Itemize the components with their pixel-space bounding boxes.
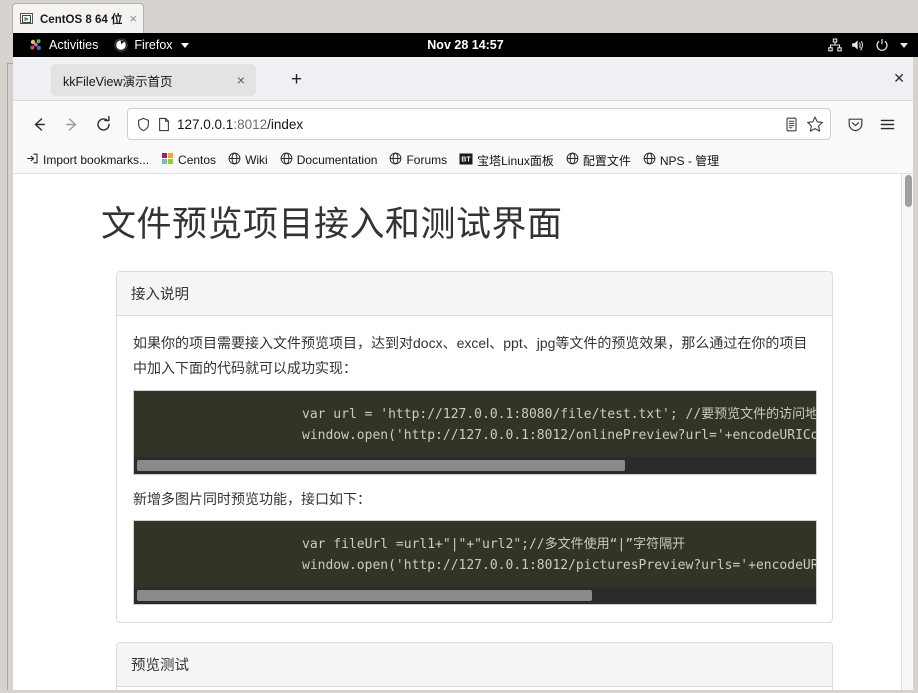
vm-tabstrip: CentOS 8 64 位 × <box>0 0 918 33</box>
window-close-button[interactable]: ✕ <box>893 70 905 87</box>
vm-tab-label: CentOS 8 64 位 <box>40 13 123 26</box>
panel-body: Browse… No file selected. 上 传 <box>117 687 832 690</box>
bookmark-label: Documentation <box>296 153 378 167</box>
svg-text:x: x <box>860 47 863 52</box>
page-scrollbar-thumb[interactable] <box>905 175 912 207</box>
code-hscrollbar[interactable] <box>134 587 816 604</box>
bookmark-import[interactable]: Import bookmarks... <box>21 150 154 170</box>
back-button[interactable] <box>23 108 55 140</box>
bookmark-label: 宝塔Linux面板 <box>477 153 554 168</box>
vm-tab-centos[interactable]: CentOS 8 64 位 × <box>12 3 144 33</box>
chevron-down-icon[interactable] <box>898 39 910 51</box>
forward-button[interactable] <box>55 108 87 140</box>
bookmark-bt-panel[interactable]: BT 宝塔Linux面板 <box>454 150 559 171</box>
reader-view-icon[interactable] <box>783 116 800 133</box>
bookmark-label: 配置文件 <box>582 153 631 168</box>
activities-label: Activities <box>49 38 99 52</box>
gnome-logo-icon <box>29 38 43 52</box>
vm-left-edge <box>0 33 13 693</box>
shield-icon[interactable] <box>136 117 151 132</box>
app-menu-button[interactable] <box>871 108 903 140</box>
import-icon <box>26 152 39 168</box>
globe-icon <box>228 152 241 168</box>
pocket-icon <box>848 118 862 131</box>
code-line-1: var url = 'http://127.0.0.1:8080/file/te… <box>302 407 817 422</box>
page-scrollbar[interactable] <box>901 174 913 690</box>
vm-tab-close-icon[interactable]: × <box>129 12 137 25</box>
reload-icon <box>96 115 110 131</box>
globe-icon <box>643 152 656 168</box>
page-icon[interactable] <box>157 117 171 132</box>
firefox-app-menu-label: Firefox <box>134 38 173 52</box>
arrow-right-icon <box>65 117 76 131</box>
code-line-2: window.open('http://127.0.0.1:8012/onlin… <box>302 428 816 443</box>
star-icon[interactable] <box>806 115 824 133</box>
bookmark-label: Import bookmarks... <box>43 153 150 167</box>
pocket-button[interactable] <box>839 108 871 140</box>
code-hscrollbar-thumb[interactable] <box>137 590 592 601</box>
page-content: 文件预览项目接入和测试界面 接入说明 如果你的项目需要接入文件预览项目，达到对d… <box>13 174 901 690</box>
panel-title: 接入说明 <box>131 287 189 303</box>
browser-tab-active[interactable]: kkFileView演示首页 × <box>51 64 256 96</box>
bookmark-config-file[interactable]: 配置文件 <box>561 150 636 171</box>
url-host: 127.0.0.1 <box>177 116 234 132</box>
volume-muted-icon[interactable]: x <box>851 38 866 52</box>
globe-icon <box>280 152 293 168</box>
globe-icon <box>389 152 402 168</box>
globe-icon <box>566 152 579 168</box>
address-bar-text[interactable]: 127.0.0.1:8012/index <box>177 117 777 132</box>
hamburger-menu-icon <box>880 119 894 129</box>
bookmark-label: Wiki <box>245 153 268 167</box>
integration-paragraph-2: 新增多图片同时预览功能，接口如下： <box>133 491 371 507</box>
page-viewport: 文件预览项目接入和测试界面 接入说明 如果你的项目需要接入文件预览项目，达到对d… <box>13 174 913 690</box>
url-path: /index <box>267 116 304 132</box>
activities-button[interactable]: Activities <box>21 36 106 54</box>
panel-integration-guide: 接入说明 如果你的项目需要接入文件预览项目，达到对docx、excel、ppt、… <box>116 271 833 623</box>
centos-icon <box>161 152 174 168</box>
browser-nav-bar: 127.0.0.1:8012/index <box>13 101 913 147</box>
panel-heading: 接入说明 <box>117 272 832 316</box>
vm-right-edge <box>913 33 918 693</box>
bookmark-centos[interactable]: Centos <box>156 150 221 170</box>
firefox-window: kkFileView演示首页 × + ✕ 127.0.0.1:8012/inde… <box>13 57 913 690</box>
arrow-left-icon <box>34 117 45 131</box>
vm-screen-icon <box>19 11 35 27</box>
network-icon[interactable] <box>828 38 842 52</box>
firefox-icon <box>114 38 128 52</box>
bookmark-forums[interactable]: Forums <box>384 150 452 170</box>
bookmark-documentation[interactable]: Documentation <box>275 150 383 170</box>
address-bar[interactable]: 127.0.0.1:8012/index <box>127 108 831 140</box>
bookmarks-toolbar: Import bookmarks... Centos Wiki Document… <box>13 147 913 174</box>
url-port: :8012 <box>233 116 268 132</box>
panel-title: 预览测试 <box>131 658 189 674</box>
bookmark-label: Centos <box>178 153 217 167</box>
bookmark-nps[interactable]: NPS - 管理 <box>638 150 724 171</box>
bookmark-label: Forums <box>406 153 448 167</box>
code-hscrollbar-thumb[interactable] <box>137 460 625 471</box>
bookmark-label: NPS - 管理 <box>659 153 720 168</box>
code-block-online-preview[interactable]: var url = 'http://127.0.0.1:8080/file/te… <box>133 390 817 475</box>
code-block-pictures-preview[interactable]: var fileUrl =url1+"|"+"url2";//多文件使用“|”字… <box>133 520 817 605</box>
panel-body: 如果你的项目需要接入文件预览项目，达到对docx、excel、ppt、jpg等文… <box>117 316 832 622</box>
code-line-2: window.open('http://127.0.0.1:8012/pictu… <box>302 558 816 573</box>
bookmark-wiki[interactable]: Wiki <box>223 150 273 170</box>
browser-tab-bar: kkFileView演示首页 × + ✕ <box>13 57 913 101</box>
code-line-1: var fileUrl =url1+"|"+"url2";//多文件使用“|”字… <box>302 537 686 552</box>
reload-button[interactable] <box>87 108 119 140</box>
panel-preview-test: 预览测试 Browse… No file selected. 上 传 <box>116 642 833 690</box>
firefox-app-menu[interactable]: Firefox <box>106 36 196 54</box>
gnome-top-bar: Activities Firefox Nov 28 14:57 x <box>13 33 918 57</box>
power-icon[interactable] <box>875 38 889 52</box>
vm-window-frame: CentOS 8 64 位 × Activities Firefox Nov 2… <box>0 0 918 693</box>
integration-paragraph-1: 如果你的项目需要接入文件预览项目，达到对docx、excel、ppt、jpg等文… <box>133 335 808 376</box>
page-title: 文件预览项目接入和测试界面 <box>101 205 563 245</box>
close-icon[interactable]: × <box>234 73 248 87</box>
bt-icon: BT <box>459 153 473 168</box>
chevron-down-icon <box>180 42 189 48</box>
panel-heading: 预览测试 <box>117 643 832 687</box>
browser-tab-title: kkFileView演示首页 <box>63 74 173 89</box>
new-tab-button[interactable]: + <box>291 70 302 89</box>
code-hscrollbar[interactable] <box>134 457 816 474</box>
svg-text:BT: BT <box>461 156 471 163</box>
